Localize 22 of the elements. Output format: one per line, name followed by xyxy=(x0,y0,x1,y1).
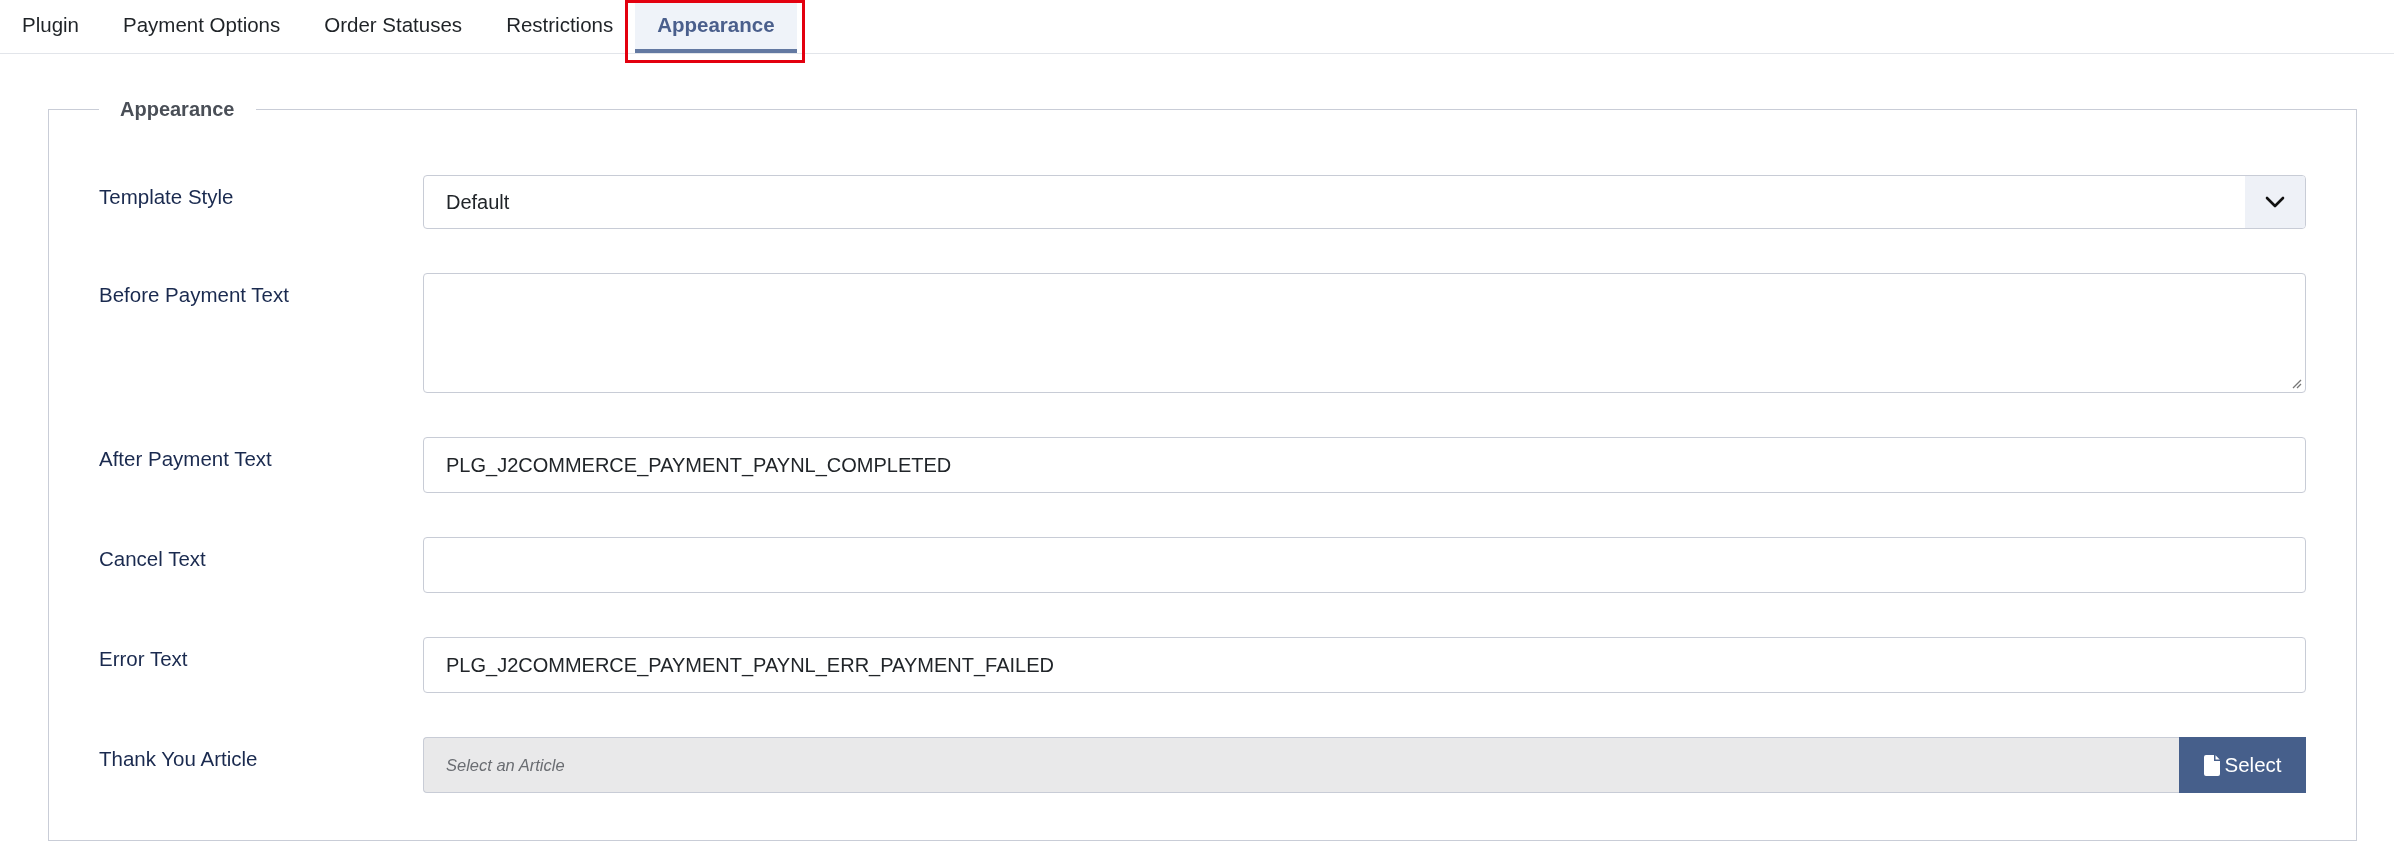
tab[interactable]: Order Statuses xyxy=(302,0,485,53)
resize-grip-icon[interactable] xyxy=(2292,379,2302,389)
field-label: After Payment Text xyxy=(99,446,273,472)
field-label: Template Style xyxy=(99,184,235,210)
field-label: Before Payment Text xyxy=(99,282,290,308)
tab[interactable]: Appearance xyxy=(635,0,797,53)
tab[interactable]: Restrictions xyxy=(484,0,636,53)
text-field[interactable]: PLG_J2COMMERCE_PAYMENT_PAYNL_COMPLETED xyxy=(423,437,2306,493)
article-field[interactable]: Select an Article xyxy=(423,737,2179,793)
tab[interactable]: Plugin xyxy=(0,0,101,53)
textarea-field[interactable] xyxy=(423,273,2306,393)
tab[interactable]: Payment Options xyxy=(101,0,303,53)
text-field[interactable]: PLG_J2COMMERCE_PAYMENT_PAYNL_ERR_PAYMENT_FAILED xyxy=(423,637,2306,693)
text-field[interactable] xyxy=(423,537,2306,593)
section-title: Appearance xyxy=(119,97,236,121)
field-label: Thank You Article xyxy=(99,746,259,772)
file-icon xyxy=(2203,754,2220,776)
chevron-down-icon xyxy=(2245,176,2305,228)
select-button[interactable]: Select xyxy=(2179,737,2306,793)
field-label: Error Text xyxy=(99,646,189,672)
field-label: Cancel Text xyxy=(99,546,207,572)
select-field[interactable]: Default xyxy=(423,175,2306,229)
